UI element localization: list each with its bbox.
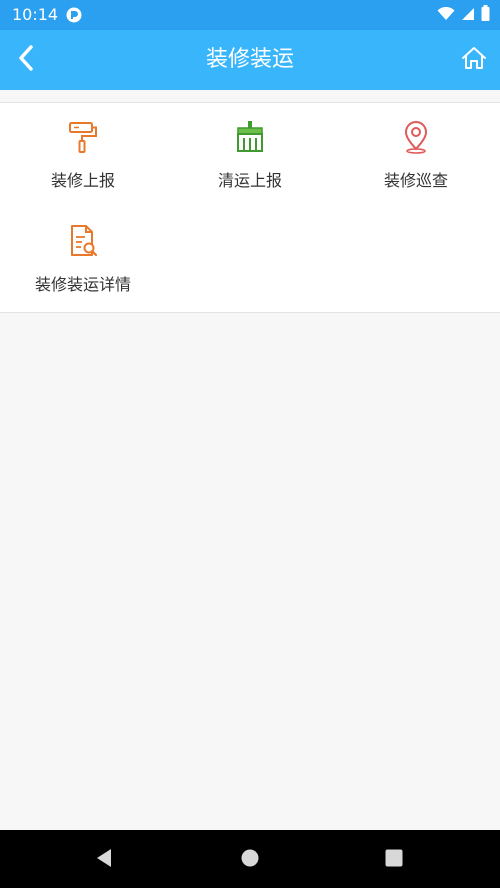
back-button[interactable] bbox=[6, 40, 46, 80]
broom-icon bbox=[232, 119, 268, 155]
nav-recents-button[interactable] bbox=[376, 842, 412, 878]
menu-item-renovation-transport-details[interactable]: 装修装运详情 bbox=[0, 207, 166, 307]
wifi-icon bbox=[437, 6, 455, 25]
back-triangle-icon bbox=[95, 848, 113, 872]
menu-item-renovation-report[interactable]: 装修上报 bbox=[0, 103, 166, 203]
status-indicators bbox=[437, 5, 490, 25]
menu-item-clearance-report[interactable]: 清运上报 bbox=[167, 103, 333, 203]
home-circle-icon bbox=[241, 849, 259, 871]
status-bar: 10:14 bbox=[0, 0, 500, 30]
document-search-icon bbox=[65, 223, 101, 259]
home-button[interactable] bbox=[454, 40, 494, 80]
page-title: 装修装运 bbox=[205, 47, 294, 72]
menu-card: 装修上报 清运上报 装修巡查 装修装运详情 bbox=[0, 102, 500, 313]
menu-item-label: 装修巡查 bbox=[383, 171, 448, 190]
battery-icon bbox=[481, 5, 490, 25]
home-icon bbox=[461, 46, 487, 74]
chevron-left-icon bbox=[16, 44, 36, 76]
recents-square-icon bbox=[385, 849, 403, 871]
status-time: 10:14 bbox=[12, 5, 59, 24]
paint-roller-icon bbox=[65, 119, 101, 155]
nav-home-button[interactable] bbox=[232, 842, 268, 878]
app-bar: 装修装运 bbox=[0, 30, 500, 90]
menu-item-label: 装修上报 bbox=[50, 171, 115, 190]
nav-back-button[interactable] bbox=[86, 842, 122, 878]
location-pin-icon bbox=[398, 119, 434, 155]
menu-item-label: 装修装运详情 bbox=[34, 275, 131, 294]
system-nav-bar bbox=[0, 830, 500, 888]
menu-item-label: 清运上报 bbox=[217, 171, 282, 190]
menu-item-renovation-inspection[interactable]: 装修巡查 bbox=[333, 103, 499, 203]
app-notification-icon bbox=[66, 7, 82, 23]
signal-icon bbox=[461, 6, 475, 25]
